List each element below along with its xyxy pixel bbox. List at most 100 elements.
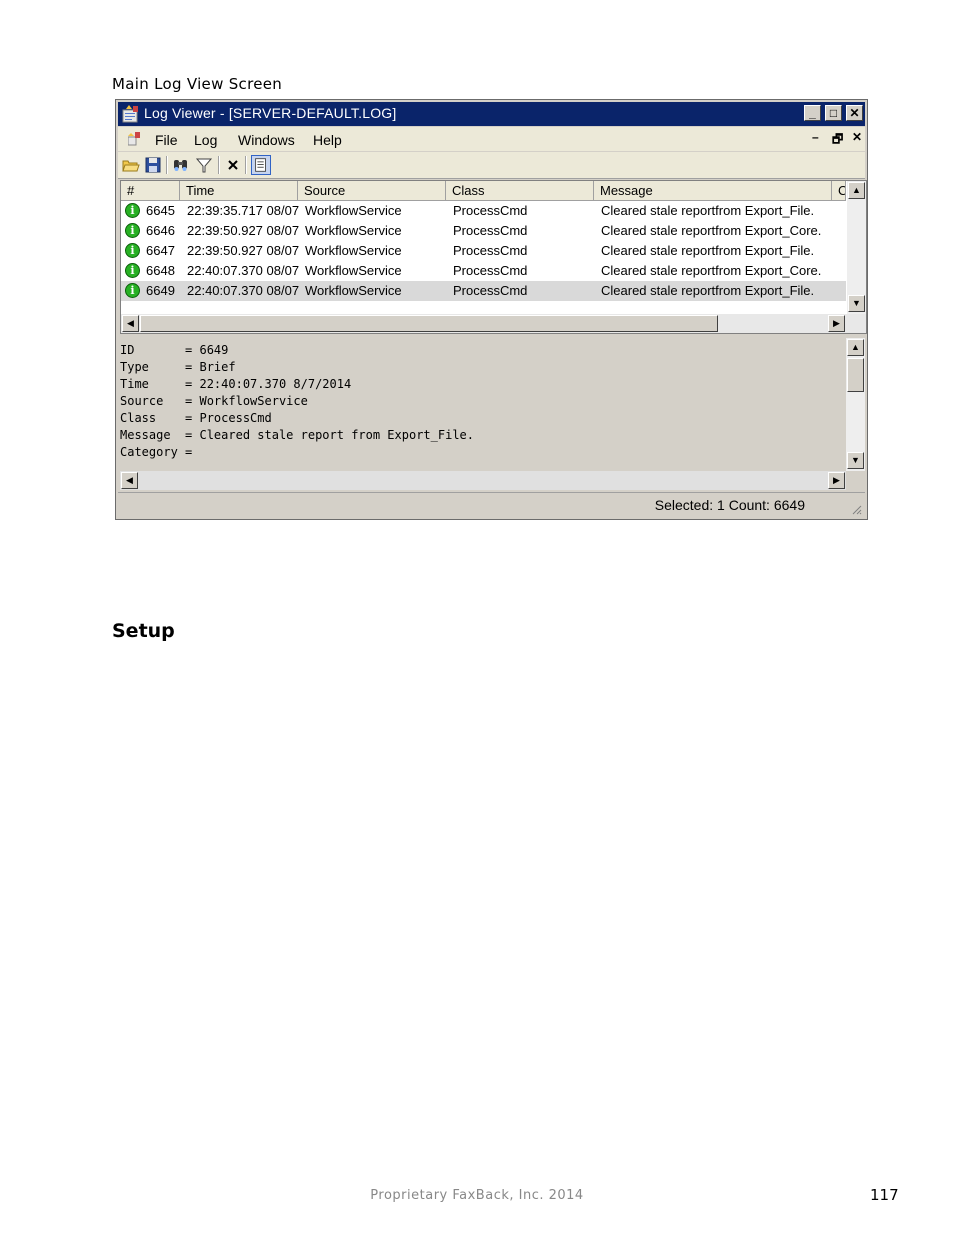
details-vertical-scrollbar[interactable]: ▲ ▼ [846,338,865,471]
row-id: 6649 [146,283,175,298]
column-header-number[interactable]: # [121,181,180,201]
info-icon: i [125,223,140,238]
list-header: # Time Source Class Message C [121,181,846,201]
row-class: ProcessCmd [453,203,528,218]
close-button[interactable]: ✕ [846,105,863,121]
minimize-icon: _ [809,106,816,120]
figure-caption: Main Log View Screen [112,75,283,93]
table-row-selected[interactable]: i 6649 22:40:07.370 08/07 WorkflowServic… [121,281,846,301]
find-icon[interactable] [171,155,191,175]
info-icon: i [125,263,140,278]
row-source: WorkflowService [305,263,402,278]
log-list-view[interactable]: # Time Source Class Message C i 6645 22:… [120,180,867,334]
scroll-right-icon[interactable]: ▶ [828,315,845,332]
list-vertical-scrollbar[interactable]: ▲ ▼ [847,181,866,314]
details-line-source: Source = WorkflowService [120,394,308,408]
scroll-up-icon[interactable]: ▲ [848,182,865,199]
horizontal-scroll-thumb[interactable] [140,315,718,332]
maximize-icon: □ [829,106,838,120]
column-header-source[interactable]: Source [298,181,446,201]
details-pane-icon[interactable] [251,155,271,175]
details-line-time: Time = 22:40:07.370 8/7/2014 [120,377,352,391]
row-message: Cleared stale reportfrom Export_File. [601,283,815,298]
details-line-category: Category = [120,445,193,459]
save-icon[interactable] [143,155,163,175]
row-id: 6646 [146,223,175,238]
page-number: 117 [870,1186,899,1204]
row-time: 22:39:35.717 08/07 [187,203,300,218]
menu-log[interactable]: Log [194,132,217,148]
info-icon: i [125,203,140,218]
scroll-right-icon[interactable]: ▶ [828,472,845,489]
window-title: Log Viewer - [SERVER-DEFAULT.LOG] [144,105,397,121]
row-time: 22:40:07.370 08/07 [187,283,300,298]
table-row[interactable]: i 6647 22:39:50.927 08/07 WorkflowServic… [121,241,846,261]
row-class: ProcessCmd [453,263,528,278]
title-bar[interactable]: Log Viewer - [SERVER-DEFAULT.LOG] _ □ ✕ [118,102,865,126]
minimize-button[interactable]: _ [804,105,821,121]
row-time: 22:39:50.927 08/07 [187,223,300,238]
scroll-down-icon[interactable]: ▼ [848,295,865,312]
status-bar: Selected: 1 Count: 6649 [118,492,865,517]
menu-windows[interactable]: Windows [238,132,295,148]
column-header-class[interactable]: Class [446,181,594,201]
row-source: WorkflowService [305,203,402,218]
resize-grip-icon[interactable] [850,503,862,515]
mdi-document-icon[interactable] [128,132,144,146]
mdi-minimize-icon[interactable]: – [812,130,819,144]
toolbar-separator [218,156,220,174]
table-row[interactable]: i 6645 22:39:35.717 08/07 WorkflowServic… [121,201,846,221]
row-class: ProcessCmd [453,283,528,298]
close-icon: ✕ [849,106,860,120]
menu-help[interactable]: Help [313,132,342,148]
section-heading: Setup [112,620,175,642]
toolbar-separator [166,156,168,174]
menu-bar: File Log Windows Help – 🗗 ✕ [118,127,865,151]
row-id: 6647 [146,243,175,258]
details-pane[interactable]: ID = 6649 Type = Brief Time = 22:40:07.3… [120,338,867,492]
status-text: Selected: 1 Count: 6649 [654,497,805,513]
row-message: Cleared stale reportfrom Export_File. [601,203,815,218]
mdi-close-icon[interactable]: ✕ [852,130,862,144]
details-line-message: Message = Cleared stale report from Expo… [120,428,475,442]
toolbar-separator [245,156,247,174]
column-header-message[interactable]: Message [594,181,832,201]
row-time: 22:39:50.927 08/07 [187,243,300,258]
scroll-up-icon[interactable]: ▲ [847,339,864,356]
table-row[interactable]: i 6646 22:39:50.927 08/07 WorkflowServic… [121,221,846,241]
row-message: Cleared stale reportfrom Export_Core. [601,263,822,278]
scroll-left-icon[interactable]: ◀ [122,315,139,332]
list-horizontal-scrollbar[interactable]: ◀ ▶ [121,314,866,333]
row-message: Cleared stale reportfrom Export_Core. [601,223,822,238]
row-class: ProcessCmd [453,243,528,258]
details-line-type: Type = Brief [120,360,236,374]
details-line-class: Class = ProcessCmd [120,411,272,425]
row-time: 22:40:07.370 08/07 [187,263,300,278]
row-class: ProcessCmd [453,223,528,238]
row-source: WorkflowService [305,223,402,238]
log-viewer-window: Log Viewer - [SERVER-DEFAULT.LOG] _ □ ✕ … [115,99,868,520]
maximize-button[interactable]: □ [825,105,842,121]
details-text: ID = 6649 Type = Brief Time = 22:40:07.3… [120,342,474,461]
info-icon: i [125,243,140,258]
row-source: WorkflowService [305,243,402,258]
mdi-restore-icon[interactable]: 🗗 [832,130,843,151]
table-row[interactable]: i 6648 22:40:07.370 08/07 WorkflowServic… [121,261,846,281]
footer-text: Proprietary FaxBack, Inc. 2014 [370,1188,584,1203]
row-message: Cleared stale reportfrom Export_File. [601,243,815,258]
menu-file[interactable]: File [155,132,178,148]
delete-icon[interactable] [223,155,243,175]
log-viewer-app-icon [122,105,138,123]
scroll-left-icon[interactable]: ◀ [121,472,138,489]
toolbar [118,152,865,179]
info-icon: i [125,283,140,298]
vertical-scroll-thumb[interactable] [847,358,864,392]
filter-icon[interactable] [194,155,214,175]
open-folder-icon[interactable] [121,155,141,175]
scroll-down-icon[interactable]: ▼ [847,452,864,469]
column-header-time[interactable]: Time [180,181,298,201]
column-header-category[interactable]: C [832,181,846,201]
details-horizontal-scrollbar[interactable]: ◀ ▶ [120,471,846,490]
row-id: 6645 [146,203,175,218]
row-id: 6648 [146,263,175,278]
